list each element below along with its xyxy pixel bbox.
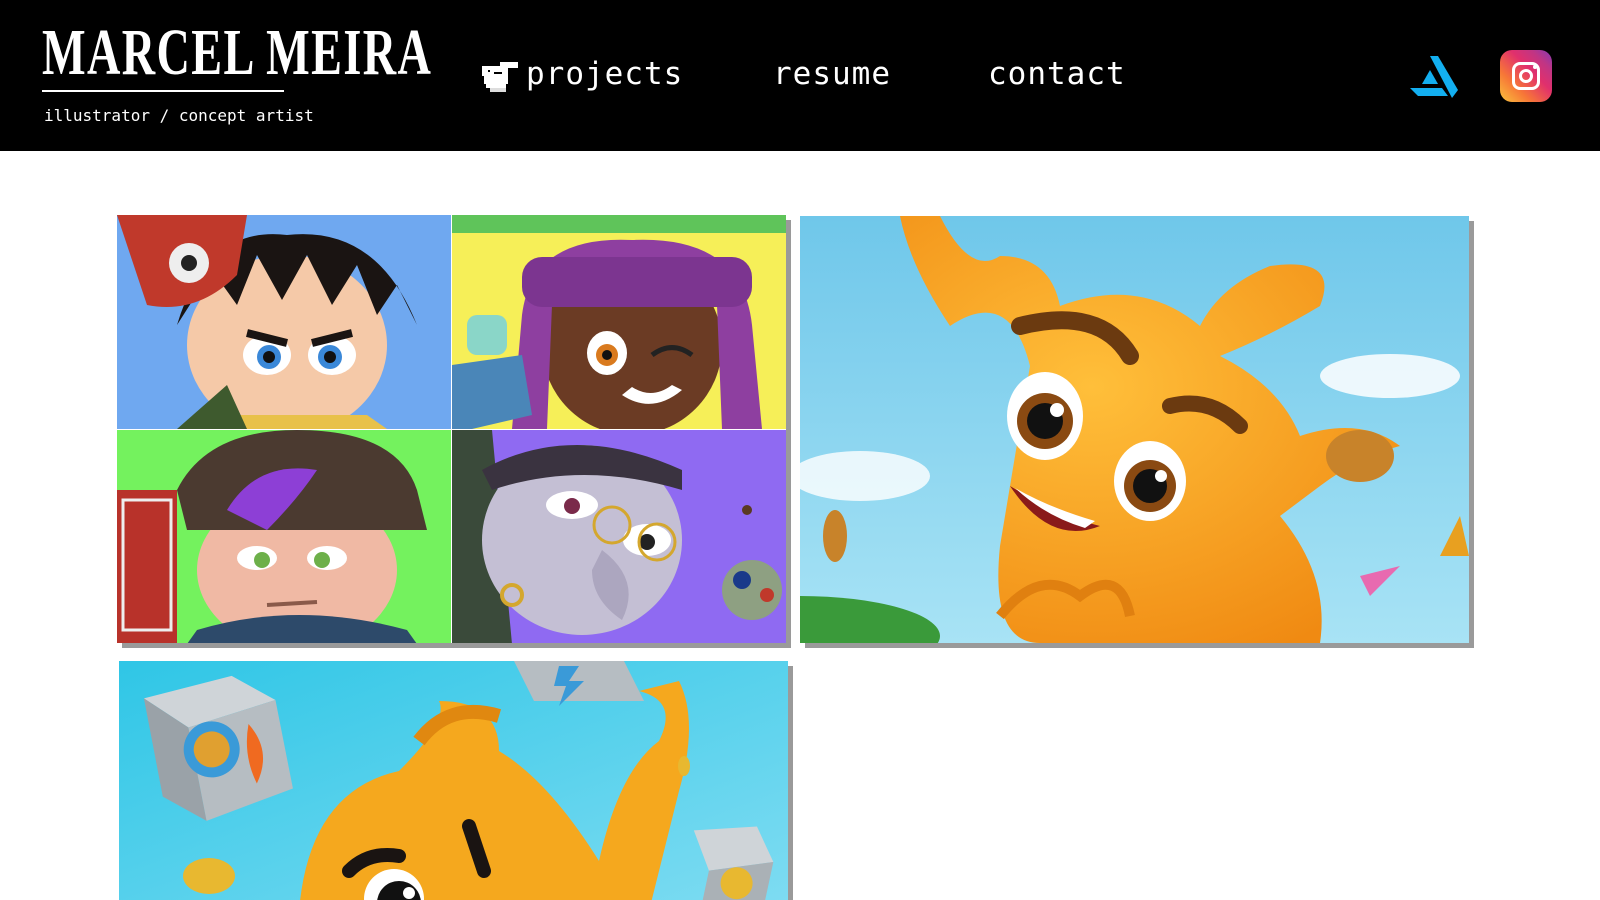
portrait-boy-with-mask (117, 215, 451, 429)
portrait-boy-with-cap (117, 430, 451, 643)
nav-contact-link[interactable]: contact (988, 54, 1126, 94)
instagram-link[interactable] (1500, 50, 1552, 102)
portrait-old-witch (452, 430, 786, 643)
die-lightning (514, 661, 644, 706)
nav-contact-label: contact (988, 56, 1126, 92)
artstation-link[interactable] (1408, 50, 1460, 102)
site-header: MARCEL MEIRA illustrator / concept artis… (0, 0, 1600, 151)
nav-projects-label: projects (526, 56, 684, 92)
pointing-hand-icon (482, 61, 518, 92)
brand-underline (42, 90, 284, 92)
brand-subtitle: illustrator / concept artist (44, 106, 314, 125)
nav-resume-link[interactable]: resume (773, 54, 891, 94)
nav-resume-label: resume (773, 56, 891, 92)
project-tile-mascot-dice[interactable] (119, 661, 788, 900)
project-tile-orange-mascot[interactable] (800, 216, 1469, 643)
brand-name: MARCEL MEIRA (42, 16, 433, 89)
artstation-icon (1410, 56, 1458, 98)
nav-projects-link[interactable]: projects (482, 54, 683, 94)
portrait-girl-winking (452, 215, 786, 429)
project-tile-character-grid[interactable] (117, 215, 786, 643)
